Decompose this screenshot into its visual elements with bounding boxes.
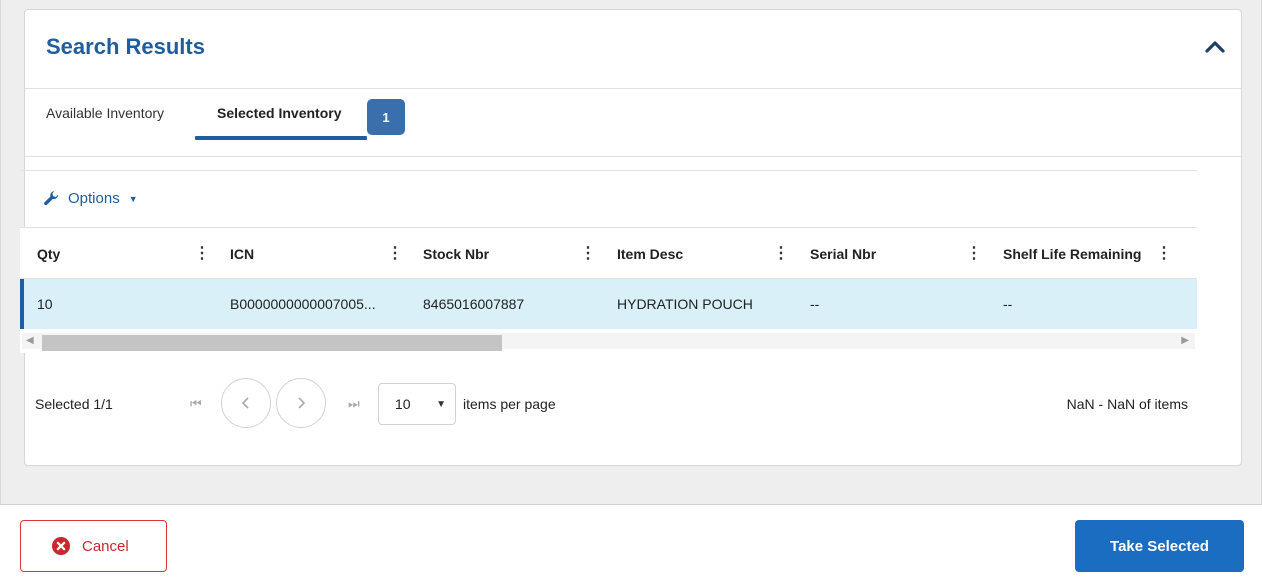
tab-available-inventory[interactable]: Available Inventory [46, 105, 164, 121]
caret-down-icon: ▼ [436, 399, 446, 410]
cell-stock-nbr: 8465016007887 [423, 296, 525, 312]
scroll-right-icon[interactable]: ▶ [1181, 335, 1189, 346]
tab-selected-inventory[interactable]: Selected Inventory [217, 105, 342, 121]
take-selected-button[interactable]: Take Selected [1075, 520, 1244, 572]
collapse-button[interactable] [1203, 36, 1227, 58]
table-row[interactable]: 10 B0000000000007005... 8465016007887 HY… [20, 279, 1197, 329]
selected-count-badge: 1 [367, 99, 405, 135]
column-menu-icon[interactable]: ⋮ [1156, 243, 1172, 263]
cancel-label: Cancel [82, 537, 129, 555]
column-menu-icon[interactable]: ⋮ [580, 243, 596, 263]
grid-toolbar: Options ▼ [20, 171, 1197, 227]
column-menu-icon[interactable]: ⋮ [773, 243, 789, 263]
footer-bar: Cancel Take Selected [0, 504, 1262, 588]
column-header-stock-nbr[interactable]: Stock Nbr [423, 246, 489, 262]
last-page-icon[interactable]: ⏭ [348, 396, 360, 412]
inventory-grid: Options ▼ Qty ⋮ ICN ⋮ Stock Nbr ⋮ Item D… [20, 170, 1197, 353]
scrollbar-thumb[interactable] [42, 335, 502, 351]
panel-header: Search Results [25, 10, 1241, 89]
options-label: Options [68, 190, 120, 207]
page-size-select[interactable]: 10 ▼ [378, 383, 456, 425]
scroll-left-icon[interactable]: ◀ [26, 335, 34, 346]
previous-page-button[interactable] [221, 378, 271, 428]
options-button[interactable]: Options ▼ [43, 190, 138, 207]
active-tab-indicator [195, 136, 367, 140]
column-header-shelf-life[interactable]: Shelf Life Remaining [1003, 246, 1141, 262]
column-header-icn[interactable]: ICN [230, 246, 254, 262]
chevron-up-icon [1205, 41, 1225, 53]
column-menu-icon[interactable]: ⋮ [194, 243, 210, 263]
first-page-icon[interactable]: ⏮ [190, 396, 202, 412]
horizontal-scrollbar[interactable]: ◀ ▶ [20, 329, 1197, 353]
next-page-button[interactable] [276, 378, 326, 428]
column-menu-icon[interactable]: ⋮ [966, 243, 982, 263]
chevron-left-icon [241, 397, 249, 409]
pagination: Selected 1/1 ⏮ ⏭ 10 ▼ items per page NaN… [20, 372, 1197, 428]
cell-qty: 10 [37, 296, 53, 312]
column-menu-icon[interactable]: ⋮ [387, 243, 403, 263]
items-range: NaN - NaN of items [1066, 396, 1188, 412]
table-header: Qty ⋮ ICN ⋮ Stock Nbr ⋮ Item Desc ⋮ Seri… [20, 227, 1197, 279]
page-size-value: 10 [395, 396, 411, 412]
cancel-button[interactable]: Cancel [20, 520, 167, 572]
close-circle-icon [52, 537, 70, 555]
items-per-page-label: items per page [463, 396, 556, 412]
chevron-right-icon [298, 397, 306, 409]
cell-shelf-life: -- [1003, 296, 1013, 312]
column-header-item-desc[interactable]: Item Desc [617, 246, 683, 262]
cell-item-desc: HYDRATION POUCH [617, 296, 753, 312]
column-header-qty[interactable]: Qty [37, 246, 60, 262]
selection-status: Selected 1/1 [35, 396, 113, 412]
panel-title: Search Results [46, 34, 205, 59]
cell-icn: B0000000000007005... [230, 296, 376, 312]
caret-down-icon: ▼ [128, 193, 138, 204]
wrench-icon [44, 191, 59, 206]
inventory-tabs: Available Inventory Selected Inventory 1 [25, 89, 1241, 157]
cell-serial-nbr: -- [810, 296, 820, 312]
column-header-serial-nbr[interactable]: Serial Nbr [810, 246, 876, 262]
